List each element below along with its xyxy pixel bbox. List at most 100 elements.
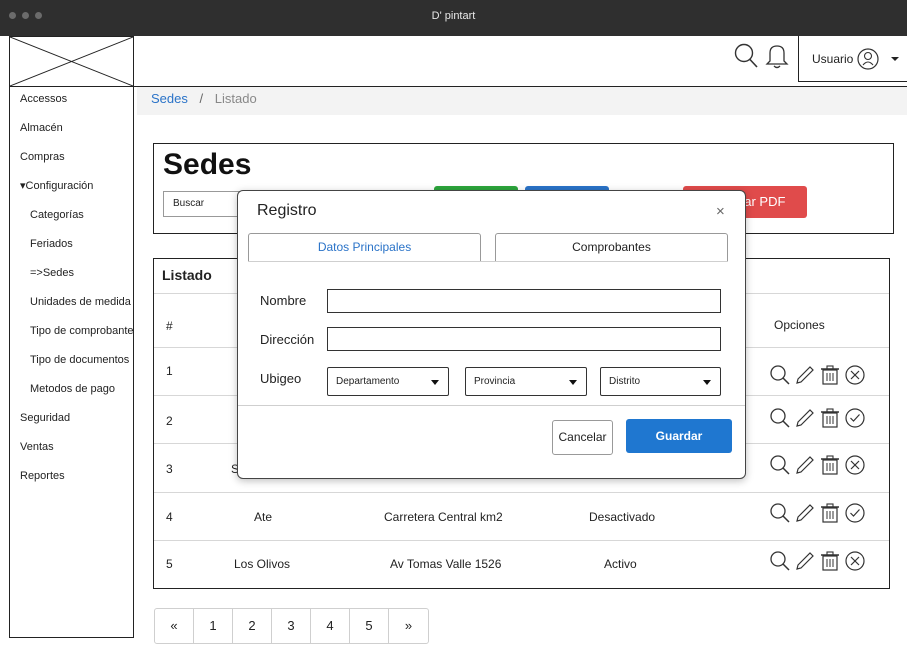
sidebar-item-tipo-de-documentos[interactable]: Tipo de documentos xyxy=(10,348,133,377)
tab-comprobantes[interactable]: Comprobantes xyxy=(495,233,728,262)
activate-circle-check-icon[interactable] xyxy=(844,407,866,429)
distrito-select-value: Distrito xyxy=(609,376,641,387)
row-address: Carretera Central km2 xyxy=(384,510,503,524)
edit-pencil-icon[interactable] xyxy=(794,454,816,476)
row-index: 4 xyxy=(166,510,173,524)
sidebar-item-reportes[interactable]: Reportes xyxy=(10,464,133,493)
ubigeo-label: Ubigeo xyxy=(260,371,302,386)
table-divider xyxy=(154,492,889,493)
row-actions xyxy=(769,454,866,476)
table-divider xyxy=(154,540,889,541)
delete-trash-icon[interactable] xyxy=(819,454,841,476)
row-name: Ate xyxy=(254,510,273,524)
deactivate-circle-x-icon[interactable] xyxy=(844,364,866,386)
sidebar-item-almacen[interactable]: Almacén xyxy=(10,116,133,145)
registro-modal: Registro × Datos Principales Comprobante… xyxy=(237,190,746,479)
row-actions xyxy=(769,502,866,524)
tab-datos-principales[interactable]: Datos Principales xyxy=(248,233,481,262)
search-icon[interactable] xyxy=(732,36,760,76)
edit-pencil-icon[interactable] xyxy=(794,364,816,386)
delete-trash-icon[interactable] xyxy=(819,407,841,429)
sidebar-item-seguridad[interactable]: Seguridad xyxy=(10,406,133,435)
edit-pencil-icon[interactable] xyxy=(794,502,816,524)
breadcrumb-separator: / xyxy=(199,91,204,106)
window-title: D' pintart xyxy=(431,10,476,22)
delete-trash-icon[interactable] xyxy=(819,364,841,386)
chevron-down-icon xyxy=(431,380,439,385)
nombre-input[interactable] xyxy=(327,289,721,313)
logo-placeholder-icon xyxy=(9,36,134,87)
sidebar-item-unidades-de-medida[interactable]: Unidades de medida xyxy=(10,290,133,319)
sidebar-item-sedes[interactable]: =>Sedes xyxy=(10,261,133,290)
tab-divider xyxy=(248,261,728,262)
user-label: Usuario xyxy=(812,51,854,66)
nombre-label: Nombre xyxy=(260,293,307,308)
chevron-down-icon xyxy=(569,380,577,385)
pagination-prev[interactable]: « xyxy=(155,609,194,643)
user-avatar-icon xyxy=(857,47,879,70)
user-menu[interactable]: Usuario xyxy=(798,36,907,82)
column-header-options: Opciones xyxy=(774,318,825,332)
pagination-page-4[interactable]: 4 xyxy=(311,609,350,643)
provincia-select-value: Provincia xyxy=(474,376,516,387)
view-icon[interactable] xyxy=(769,550,791,572)
pagination-page-2[interactable]: 2 xyxy=(233,609,272,643)
save-button[interactable]: Guardar xyxy=(626,419,732,453)
direccion-input[interactable] xyxy=(327,327,721,351)
bell-icon[interactable] xyxy=(764,36,790,76)
delete-trash-icon[interactable] xyxy=(819,502,841,524)
sidebar-item-categorias[interactable]: Categorías xyxy=(10,203,133,232)
logo-placeholder xyxy=(9,36,134,87)
pagination-page-5[interactable]: 5 xyxy=(350,609,389,643)
row-actions xyxy=(769,364,866,386)
departamento-select[interactable]: Departamento xyxy=(327,367,449,396)
chevron-down-icon xyxy=(703,380,711,385)
pagination-page-1[interactable]: 1 xyxy=(194,609,233,643)
sidebar-item-metodos-de-pago[interactable]: Metodos de pago xyxy=(10,377,133,406)
row-status: Desactivado xyxy=(589,510,656,524)
column-header-index: # xyxy=(166,319,173,333)
edit-pencil-icon[interactable] xyxy=(794,407,816,429)
view-icon[interactable] xyxy=(769,454,791,476)
view-icon[interactable] xyxy=(769,364,791,386)
sidebar-item-accessos[interactable]: Accessos xyxy=(10,87,133,116)
row-index: 3 xyxy=(166,462,173,476)
row-index: 5 xyxy=(166,557,173,571)
distrito-select[interactable]: Distrito xyxy=(600,367,721,396)
window-titlebar: D' pintart xyxy=(0,0,907,36)
direccion-label: Dirección xyxy=(260,332,315,347)
row-index: 2 xyxy=(166,414,173,428)
sidebar-item-ventas[interactable]: Ventas xyxy=(10,435,133,464)
breadcrumb-current: Listado xyxy=(214,91,257,106)
view-icon[interactable] xyxy=(769,407,791,429)
modal-title: Registro xyxy=(257,202,317,219)
breadcrumb: Sedes / Listado xyxy=(137,87,907,115)
listado-title: Listado xyxy=(162,267,212,283)
row-index: 1 xyxy=(166,364,173,378)
modal-footer-divider xyxy=(238,405,745,406)
sidebar-item-feriados[interactable]: Feriados xyxy=(10,232,133,261)
row-name: Los Olivos xyxy=(234,557,291,571)
pagination-page-3[interactable]: 3 xyxy=(272,609,311,643)
deactivate-circle-x-icon[interactable] xyxy=(844,454,866,476)
view-icon[interactable] xyxy=(769,502,791,524)
pagination-next[interactable]: » xyxy=(389,609,428,643)
activate-circle-check-icon[interactable] xyxy=(844,502,866,524)
breadcrumb-link-sedes[interactable]: Sedes xyxy=(151,91,188,106)
row-address: Av Tomas Valle 1526 xyxy=(390,557,502,571)
pagination: « 1 2 3 4 5 » xyxy=(154,608,429,644)
chevron-down-icon xyxy=(891,56,900,61)
delete-trash-icon[interactable] xyxy=(819,550,841,572)
provincia-select[interactable]: Provincia xyxy=(465,367,587,396)
sidebar-item-compras[interactable]: Compras xyxy=(10,145,133,174)
cancel-button[interactable]: Cancelar xyxy=(552,420,613,455)
close-icon[interactable]: × xyxy=(716,203,725,220)
deactivate-circle-x-icon[interactable] xyxy=(844,550,866,572)
sidebar-item-tipo-de-comprobantes[interactable]: Tipo de comprobantes xyxy=(10,319,133,348)
edit-pencil-icon[interactable] xyxy=(794,550,816,572)
row-actions xyxy=(769,407,866,429)
row-status: Activo xyxy=(604,557,637,571)
page-title: Sedes xyxy=(163,148,252,181)
sidebar-item-configuracion[interactable]: ▾Configuración xyxy=(10,174,133,203)
departamento-select-value: Departamento xyxy=(336,376,400,387)
